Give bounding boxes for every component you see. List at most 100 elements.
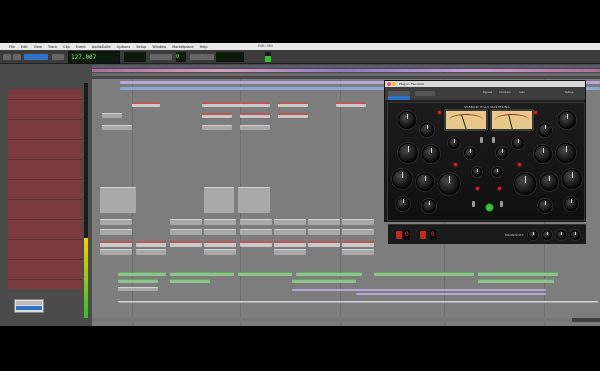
main-counter[interactable]: 127.007 bbox=[68, 51, 120, 64]
clip[interactable] bbox=[274, 229, 306, 235]
ruler-bars-beats[interactable] bbox=[92, 65, 600, 68]
menu-item-help[interactable]: Help bbox=[200, 45, 208, 49]
clip[interactable] bbox=[100, 187, 136, 213]
knob[interactable] bbox=[398, 111, 416, 129]
knob[interactable] bbox=[392, 169, 412, 189]
knob[interactable] bbox=[492, 167, 502, 177]
clip[interactable] bbox=[238, 272, 292, 276]
clip[interactable] bbox=[296, 272, 362, 276]
ruler-tempo[interactable] bbox=[92, 73, 600, 76]
menu-item-setup[interactable]: Setup bbox=[136, 45, 146, 49]
knob[interactable] bbox=[558, 111, 576, 129]
minimize-icon[interactable] bbox=[392, 82, 396, 86]
menu-item-track[interactable]: Track bbox=[48, 45, 57, 49]
knob[interactable] bbox=[464, 147, 476, 159]
clip[interactable] bbox=[118, 272, 166, 276]
knob[interactable] bbox=[564, 197, 578, 211]
clip[interactable] bbox=[202, 125, 232, 130]
clip[interactable] bbox=[240, 229, 272, 235]
clip[interactable] bbox=[240, 113, 270, 118]
clip[interactable] bbox=[102, 125, 132, 130]
knob[interactable] bbox=[420, 123, 434, 137]
clip[interactable] bbox=[204, 219, 236, 225]
clip[interactable] bbox=[170, 272, 234, 276]
toggle-switch[interactable] bbox=[472, 201, 475, 207]
menu-item-edit[interactable]: Edit bbox=[21, 45, 28, 49]
knob[interactable] bbox=[512, 137, 524, 149]
clip[interactable] bbox=[170, 241, 202, 247]
clip[interactable] bbox=[292, 279, 356, 283]
compare-button[interactable]: Compare bbox=[499, 91, 511, 94]
clip[interactable] bbox=[274, 219, 306, 225]
knob[interactable] bbox=[534, 145, 552, 163]
clip[interactable] bbox=[136, 241, 166, 247]
knob[interactable] bbox=[540, 173, 558, 191]
clip[interactable] bbox=[204, 229, 236, 235]
menu-item-marketplace[interactable]: Marketplace bbox=[172, 45, 193, 49]
knob[interactable] bbox=[538, 199, 552, 213]
clip[interactable] bbox=[274, 249, 306, 255]
knob[interactable] bbox=[448, 137, 460, 149]
clip[interactable] bbox=[170, 219, 202, 225]
knob[interactable] bbox=[556, 230, 566, 240]
clip[interactable] bbox=[240, 241, 272, 247]
knob[interactable] bbox=[416, 173, 434, 191]
plugin-window[interactable]: Plug-in: Fairchild Bypass Compare Auto N… bbox=[384, 80, 586, 244]
grid-nudge-controls[interactable] bbox=[190, 54, 214, 60]
clip[interactable] bbox=[170, 229, 202, 235]
clip[interactable] bbox=[118, 287, 158, 291]
clip[interactable] bbox=[342, 229, 374, 235]
toggle-switch[interactable] bbox=[500, 201, 503, 207]
clip[interactable] bbox=[118, 279, 158, 283]
clip[interactable] bbox=[274, 241, 306, 247]
knob[interactable] bbox=[422, 199, 436, 213]
clip[interactable] bbox=[342, 249, 374, 255]
bypass-button[interactable]: Bypass bbox=[483, 91, 492, 94]
ruler-markers[interactable] bbox=[92, 69, 600, 72]
clip[interactable] bbox=[100, 249, 132, 255]
knob[interactable] bbox=[496, 147, 508, 159]
clip[interactable] bbox=[102, 113, 122, 118]
tool-button[interactable] bbox=[3, 54, 11, 60]
zoom-buttons[interactable] bbox=[52, 54, 64, 60]
clip[interactable] bbox=[204, 249, 236, 255]
clip[interactable] bbox=[204, 187, 234, 213]
clip[interactable] bbox=[342, 219, 374, 225]
clip[interactable] bbox=[478, 272, 558, 276]
knob[interactable] bbox=[562, 169, 582, 189]
clip[interactable] bbox=[478, 279, 554, 283]
clip[interactable] bbox=[170, 279, 210, 283]
knob[interactable] bbox=[396, 197, 410, 211]
clip[interactable] bbox=[308, 241, 340, 247]
knob[interactable] bbox=[472, 167, 482, 177]
clip[interactable] bbox=[118, 301, 598, 303]
clip[interactable] bbox=[308, 229, 340, 235]
menu-item-event[interactable]: Event bbox=[76, 45, 86, 49]
clip[interactable] bbox=[136, 249, 166, 255]
track-headers[interactable] bbox=[8, 89, 82, 289]
toggle-switch[interactable] bbox=[492, 137, 495, 143]
clip[interactable] bbox=[356, 293, 546, 295]
left-mode-button[interactable] bbox=[396, 231, 402, 239]
knob[interactable] bbox=[398, 143, 418, 163]
menu-item-window[interactable]: Window bbox=[152, 45, 166, 49]
menu-item-file[interactable]: File bbox=[9, 45, 15, 49]
knob[interactable] bbox=[438, 173, 460, 195]
clip[interactable] bbox=[204, 241, 236, 247]
clip[interactable] bbox=[132, 102, 160, 107]
menu-item-view[interactable]: View bbox=[34, 45, 42, 49]
clip[interactable] bbox=[100, 241, 132, 247]
secondary-counter[interactable]: 0 bbox=[176, 52, 186, 62]
knob[interactable] bbox=[556, 143, 576, 163]
scrollbar-thumb[interactable] bbox=[92, 318, 572, 322]
menu-item-audiosuite[interactable]: AudioSuite bbox=[92, 45, 111, 49]
tool-button[interactable] bbox=[13, 54, 21, 60]
clip[interactable] bbox=[374, 272, 474, 276]
insert-selector[interactable] bbox=[415, 91, 435, 96]
knob[interactable] bbox=[570, 230, 580, 240]
clip[interactable] bbox=[342, 241, 374, 247]
clip[interactable] bbox=[100, 229, 132, 235]
transport-buttons[interactable] bbox=[150, 54, 172, 60]
knob[interactable] bbox=[514, 173, 536, 195]
knob[interactable] bbox=[422, 145, 440, 163]
